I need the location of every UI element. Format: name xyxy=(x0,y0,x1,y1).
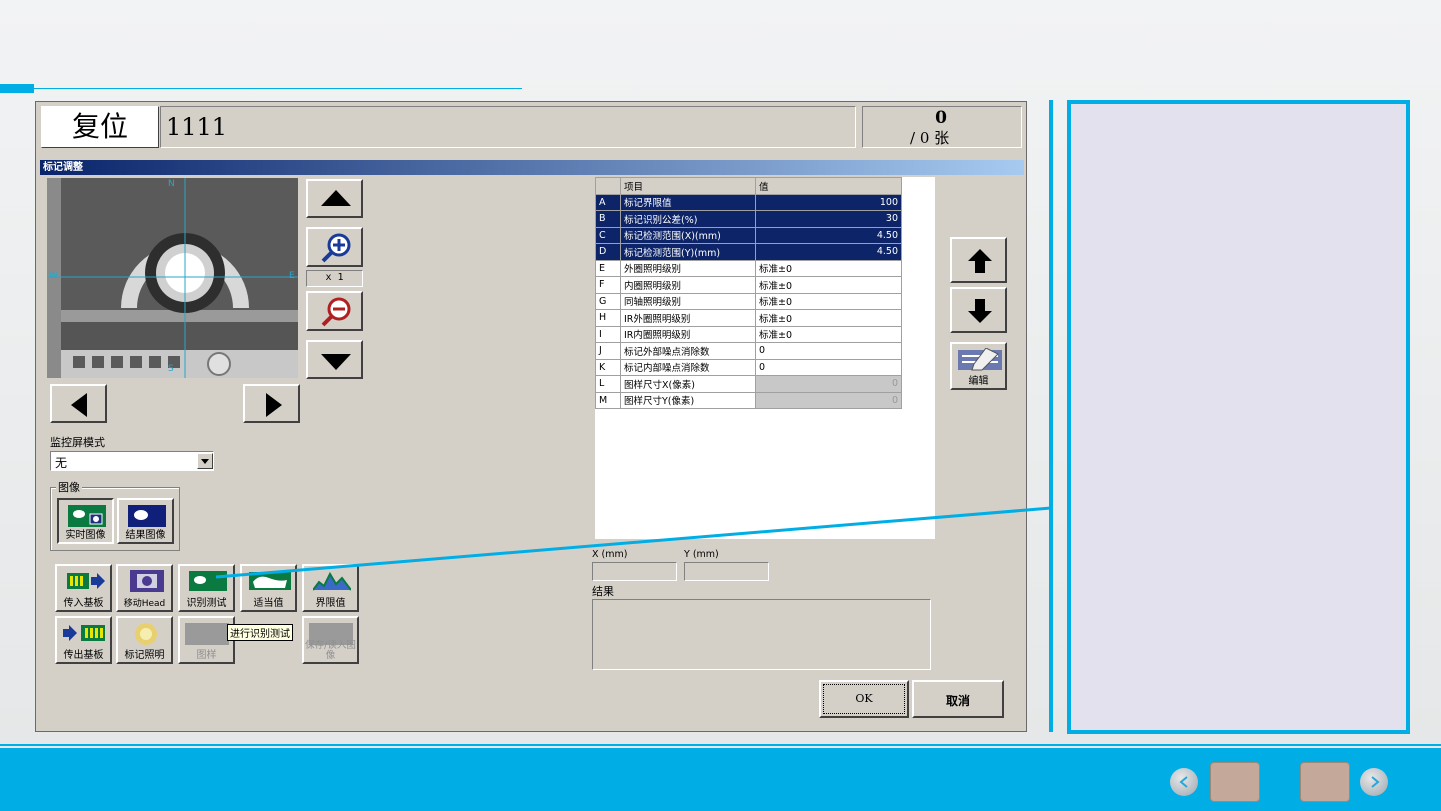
footer-rule xyxy=(0,744,1441,746)
callout-connector xyxy=(215,506,1052,579)
previous-icon xyxy=(1179,776,1188,788)
nav-slot-left[interactable] xyxy=(1210,762,1260,802)
previous-button[interactable] xyxy=(1170,768,1198,796)
nav-slot-right[interactable] xyxy=(1300,762,1350,802)
next-button[interactable] xyxy=(1360,768,1388,796)
next-icon xyxy=(1371,776,1380,788)
